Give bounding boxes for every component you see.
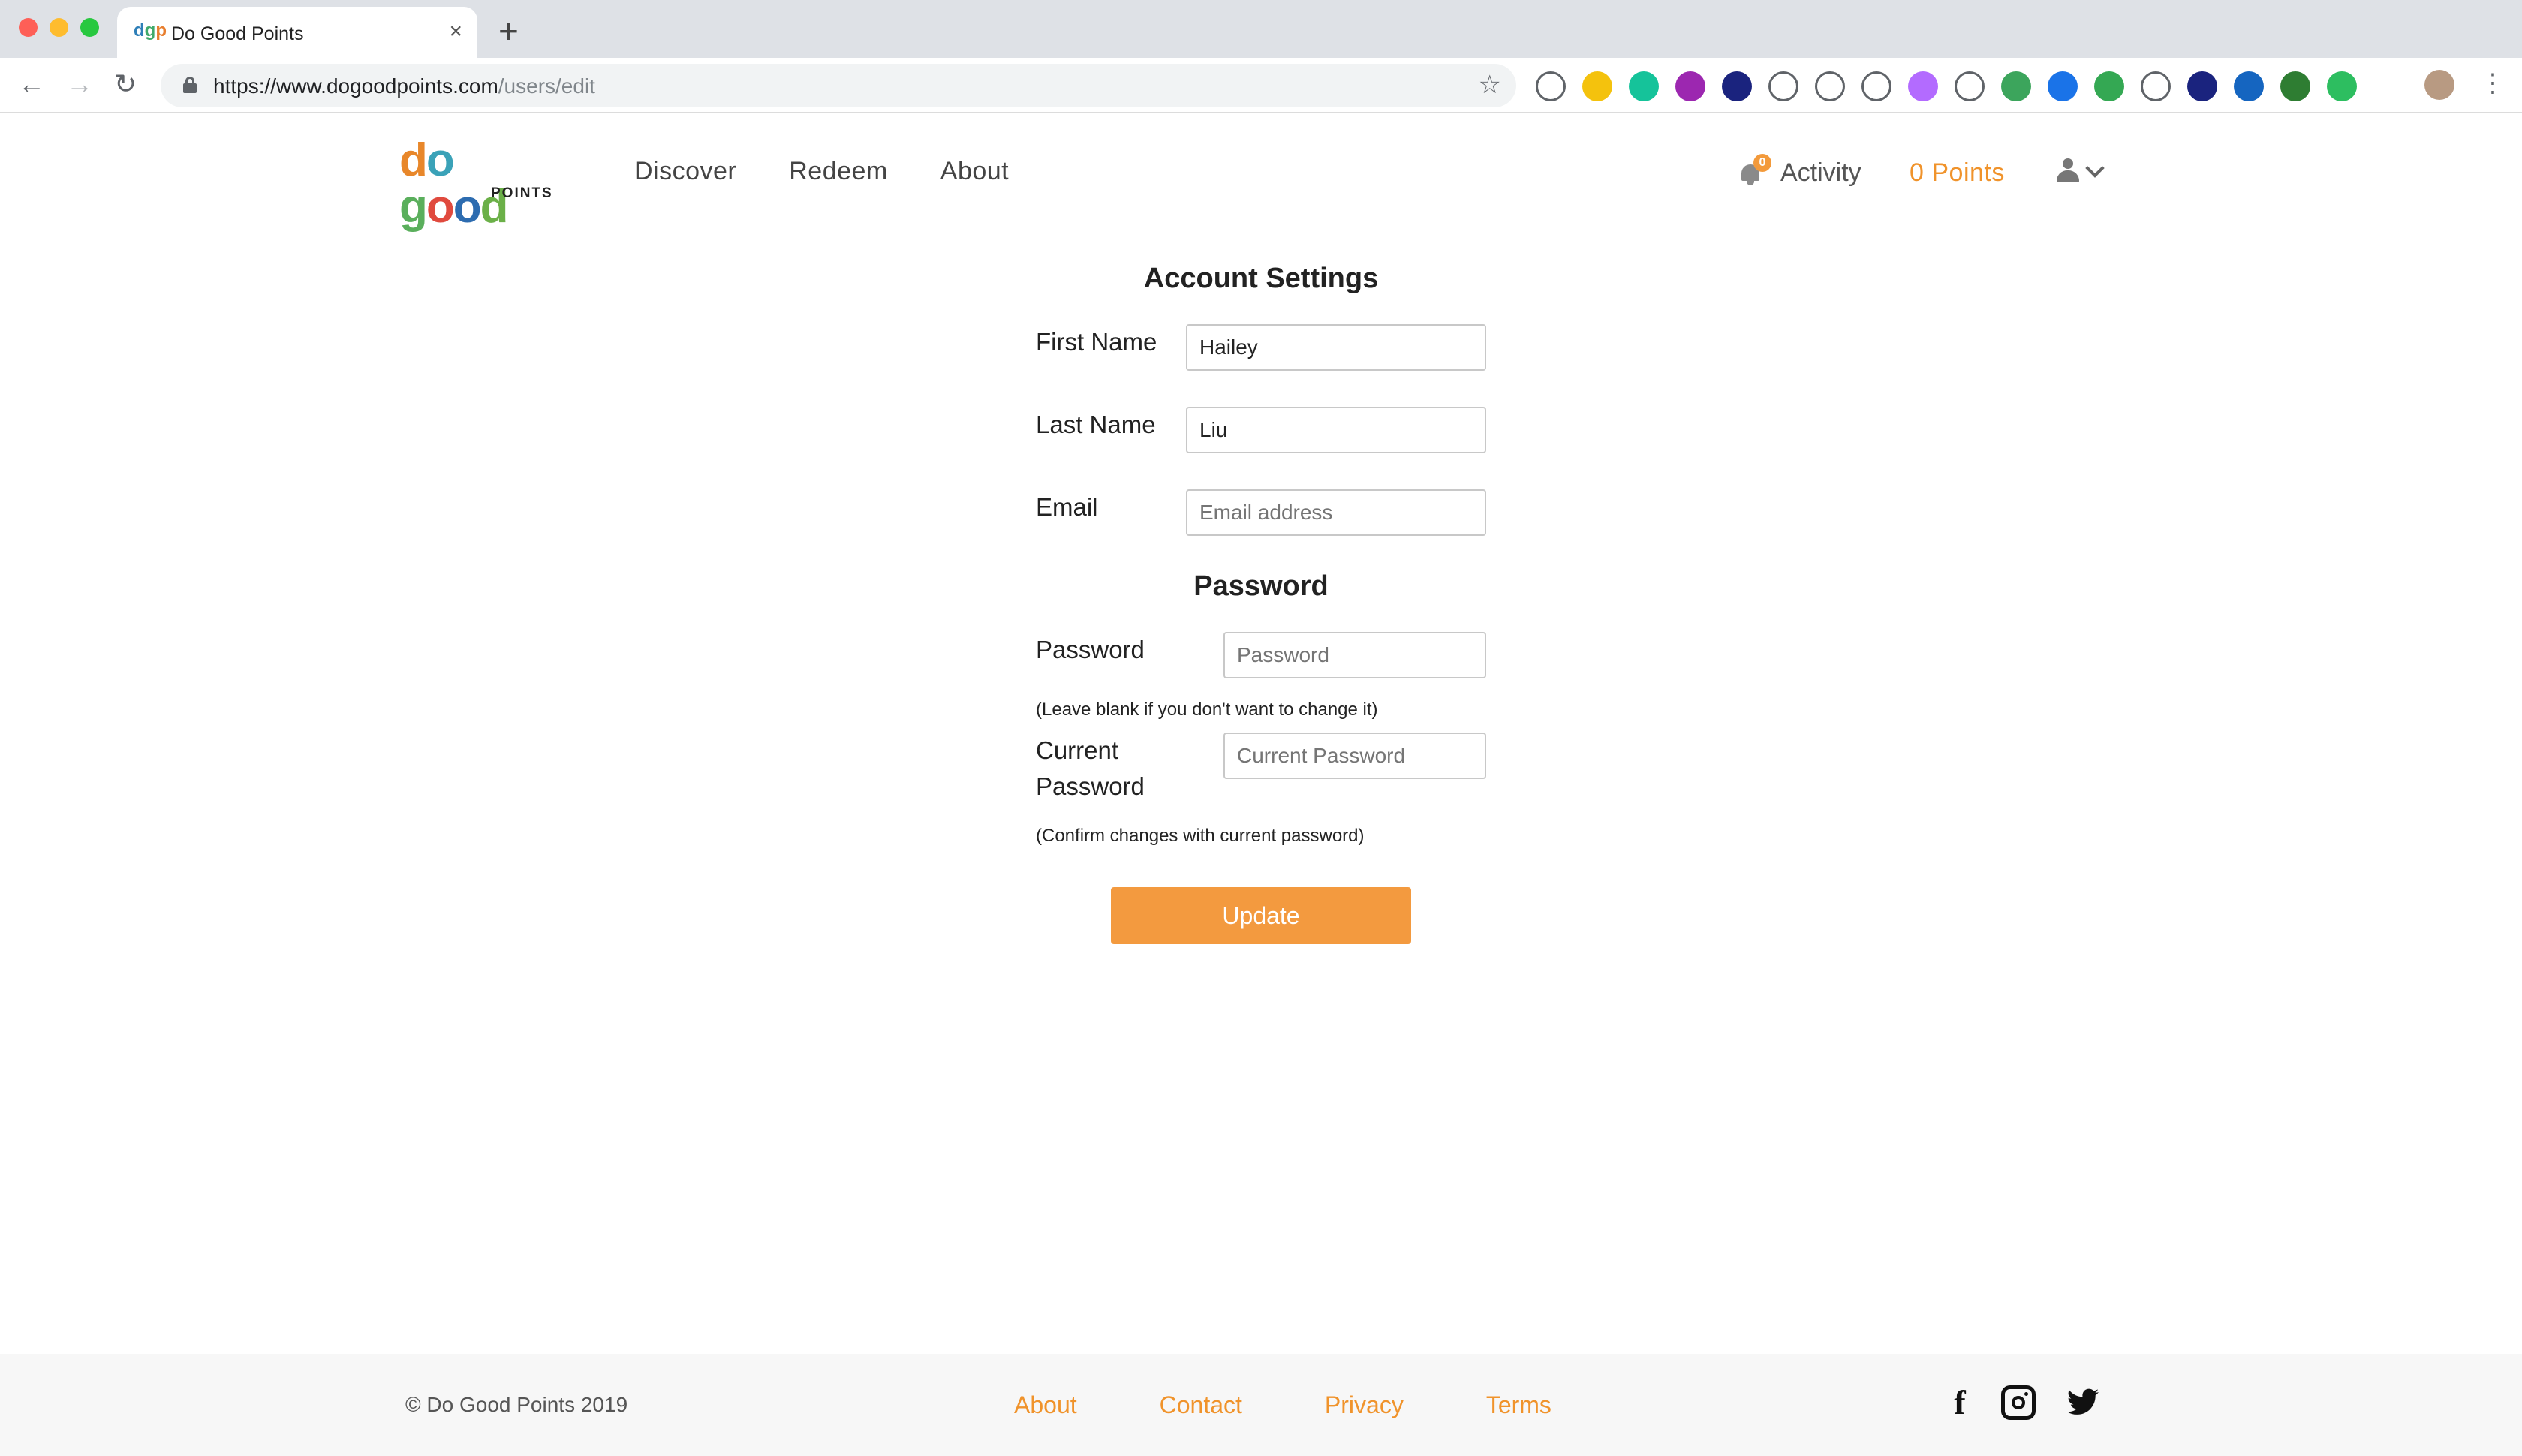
forward-icon[interactable]: →	[66, 68, 93, 100]
facebook-icon[interactable]: f	[1943, 1385, 1977, 1420]
first-name-field[interactable]	[1186, 324, 1486, 371]
bird-ext-icon[interactable]	[1815, 71, 1845, 101]
password-label: Password	[1036, 636, 1145, 663]
bell-icon[interactable]: 0	[1738, 154, 1771, 185]
nav-about[interactable]: About	[940, 157, 1009, 186]
lock-icon	[183, 77, 197, 93]
browser-toolbar: ← → ↻ https://www.dogoodpoints.com/users…	[0, 58, 2522, 113]
s-ext-icon[interactable]	[2234, 71, 2264, 101]
grid-ext-icon[interactable]	[2280, 71, 2310, 101]
nav-discover[interactable]: Discover	[634, 157, 736, 186]
password-field[interactable]	[1223, 632, 1486, 678]
v-ext-icon[interactable]	[2187, 71, 2217, 101]
shield-ext-icon[interactable]	[1582, 71, 1612, 101]
camera-ext-icon[interactable]	[2141, 71, 2171, 101]
close-tab-icon[interactable]: ×	[449, 19, 462, 44]
browser-tab-strip: dgp Do Good Points × +	[0, 0, 2522, 58]
main-nav: Discover Redeem About	[634, 157, 1009, 186]
footer-link-terms[interactable]: Terms	[1486, 1391, 1551, 1419]
close-window-button[interactable]	[19, 18, 38, 37]
email-field[interactable]	[1186, 489, 1486, 536]
current-password-label-line1: Current	[1036, 736, 1119, 764]
tab-title: Do Good Points	[171, 23, 304, 44]
footer-link-privacy[interactable]: Privacy	[1325, 1391, 1404, 1419]
page-title: Account Settings	[1143, 263, 1379, 294]
current-password-field[interactable]	[1223, 733, 1486, 779]
purple-ext-icon[interactable]	[1908, 71, 1938, 101]
chevron-down-icon[interactable]	[2085, 158, 2105, 178]
search-ext-icon[interactable]	[2094, 71, 2124, 101]
info-ext-icon[interactable]	[2048, 71, 2078, 101]
grammarly-ext-icon[interactable]	[1629, 71, 1659, 101]
site-header: do good POINTS Discover Redeem About 0 A…	[0, 115, 2522, 230]
instagram-icon[interactable]	[2001, 1385, 2036, 1420]
eyedropper-ext-icon[interactable]	[1861, 71, 1892, 101]
notification-badge: 0	[1753, 154, 1771, 172]
evernote-ext-icon[interactable]	[2327, 71, 2357, 101]
nav-redeem[interactable]: Redeem	[789, 157, 888, 186]
profile-avatar[interactable]	[2424, 70, 2454, 100]
password-hint: (Leave blank if you don't want to change…	[1036, 699, 1378, 720]
maximize-window-button[interactable]	[80, 18, 99, 37]
logo-subtitle: POINTS	[491, 185, 553, 201]
points-link[interactable]: 0 Points	[1910, 158, 2005, 188]
url-text[interactable]: https://www.dogoodpoints.com/users/edit	[213, 74, 595, 98]
current-password-label-line2: Password	[1036, 772, 1145, 800]
e-ext-icon[interactable]	[1675, 71, 1705, 101]
spiral-ext-icon[interactable]	[1768, 71, 1798, 101]
twitter-icon[interactable]	[2066, 1385, 2100, 1420]
update-button[interactable]: Update	[1111, 887, 1411, 944]
footer-links: About Contact Privacy Terms	[1014, 1391, 1551, 1419]
bookmark-star-icon[interactable]: ☆	[1479, 70, 1501, 100]
new-tab-button[interactable]: +	[498, 11, 519, 51]
minimize-window-button[interactable]	[50, 18, 68, 37]
footer-link-contact[interactable]: Contact	[1160, 1391, 1242, 1419]
new-ext-icon[interactable]	[1955, 71, 1985, 101]
email-label: Email	[1036, 493, 1098, 521]
favicon-icon: dgp	[134, 20, 167, 41]
address-bar[interactable]: https://www.dogoodpoints.com/users/edit …	[161, 64, 1516, 107]
site-footer: © Do Good Points 2019 About Contact Priv…	[0, 1354, 2522, 1456]
recycle-ext-icon[interactable]	[2001, 71, 2031, 101]
first-name-label: First Name	[1036, 328, 1157, 356]
browser-tab[interactable]: dgp Do Good Points ×	[117, 7, 477, 58]
last-name-label: Last Name	[1036, 411, 1156, 438]
user-icon[interactable]	[2057, 158, 2079, 182]
reload-icon[interactable]: ↻	[114, 68, 137, 100]
chart-ext-icon[interactable]	[1536, 71, 1566, 101]
password-heading: Password	[1193, 570, 1329, 602]
extensions-bar	[1536, 70, 2357, 103]
activity-link[interactable]: Activity	[1780, 158, 1861, 188]
browser-menu-icon[interactable]: ⋮	[2480, 68, 2505, 98]
color-ext-icon[interactable]	[1722, 71, 1752, 101]
logo-wordmark: do good	[399, 134, 508, 233]
site-logo[interactable]: do good POINTS	[399, 137, 557, 230]
back-icon[interactable]: ←	[18, 68, 45, 100]
copyright-text: © Do Good Points 2019	[405, 1393, 628, 1416]
current-password-hint: (Confirm changes with current password)	[1036, 826, 1365, 846]
last-name-field[interactable]	[1186, 407, 1486, 453]
footer-link-about[interactable]: About	[1014, 1391, 1077, 1419]
